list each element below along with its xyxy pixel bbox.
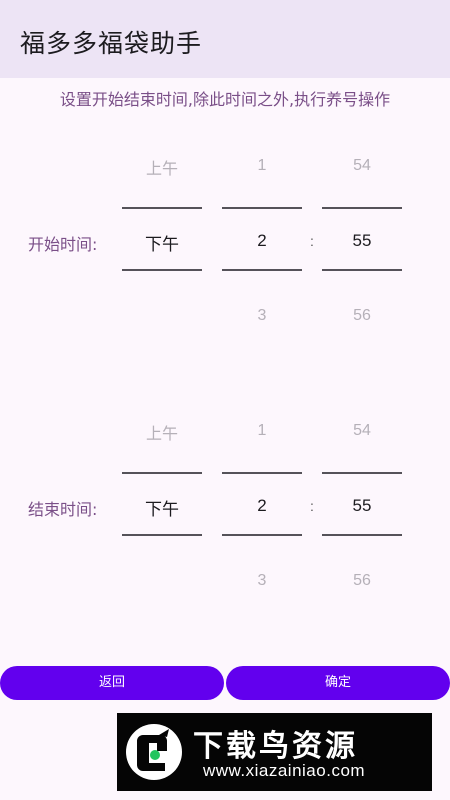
minute-selected[interactable]: 55 bbox=[322, 231, 402, 251]
selection-line-bottom bbox=[222, 534, 302, 536]
instruction-text: 设置开始结束时间,除此时间之外,执行养号操作 bbox=[59, 90, 391, 109]
ampm-selected[interactable]: 下午 bbox=[122, 495, 202, 520]
selection-line-bottom bbox=[122, 269, 202, 271]
minute-selected[interactable]: 55 bbox=[322, 496, 402, 516]
selection-line-top bbox=[322, 207, 402, 209]
ampm-option-above[interactable]: 上午 bbox=[122, 420, 202, 444]
watermark-banner: 下载鸟资源 www.xiazainiao.com bbox=[117, 713, 432, 791]
hour-option-above[interactable]: 1 bbox=[222, 422, 302, 440]
hour-selected[interactable]: 2 bbox=[222, 496, 302, 516]
selection-line-bottom bbox=[322, 534, 402, 536]
ampm-selected[interactable]: 下午 bbox=[122, 230, 202, 255]
app-title: 福多多福袋助手 bbox=[20, 29, 203, 58]
start-time-picker: 开始时间: 上午 下午 1 2 3 : 54 55 56 bbox=[0, 140, 450, 340]
confirm-button[interactable]: 确定 bbox=[226, 666, 450, 700]
time-separator: : bbox=[310, 233, 314, 249]
minute-option-above[interactable]: 54 bbox=[322, 422, 402, 440]
bird-logo-icon bbox=[126, 724, 182, 780]
selection-line-bottom bbox=[322, 269, 402, 271]
hour-selected[interactable]: 2 bbox=[222, 231, 302, 251]
time-separator: : bbox=[310, 498, 314, 514]
app-bar: 福多多福袋助手 bbox=[0, 0, 450, 78]
ampm-option-above[interactable]: 上午 bbox=[122, 155, 202, 179]
selection-line-bottom bbox=[222, 269, 302, 271]
minute-option-below[interactable]: 56 bbox=[322, 307, 402, 325]
hour-option-below[interactable]: 3 bbox=[222, 307, 302, 325]
selection-line-bottom bbox=[122, 534, 202, 536]
watermark-name: 下载鸟资源 bbox=[193, 729, 358, 764]
back-button[interactable]: 返回 bbox=[0, 666, 224, 700]
minute-option-below[interactable]: 56 bbox=[322, 572, 402, 590]
end-time-picker: 结束时间: 上午 下午 1 2 3 : 54 55 56 bbox=[0, 405, 450, 605]
selection-line-top bbox=[222, 472, 302, 474]
start-time-label: 开始时间: bbox=[28, 235, 98, 254]
end-time-label: 结束时间: bbox=[28, 500, 98, 519]
selection-line-top bbox=[222, 207, 302, 209]
hour-option-above[interactable]: 1 bbox=[222, 157, 302, 175]
watermark-url: www.xiazainiao.com bbox=[203, 761, 366, 780]
selection-line-top bbox=[322, 472, 402, 474]
selection-line-top bbox=[122, 472, 202, 474]
hour-option-below[interactable]: 3 bbox=[222, 572, 302, 590]
selection-line-top bbox=[122, 207, 202, 209]
minute-option-above[interactable]: 54 bbox=[322, 157, 402, 175]
